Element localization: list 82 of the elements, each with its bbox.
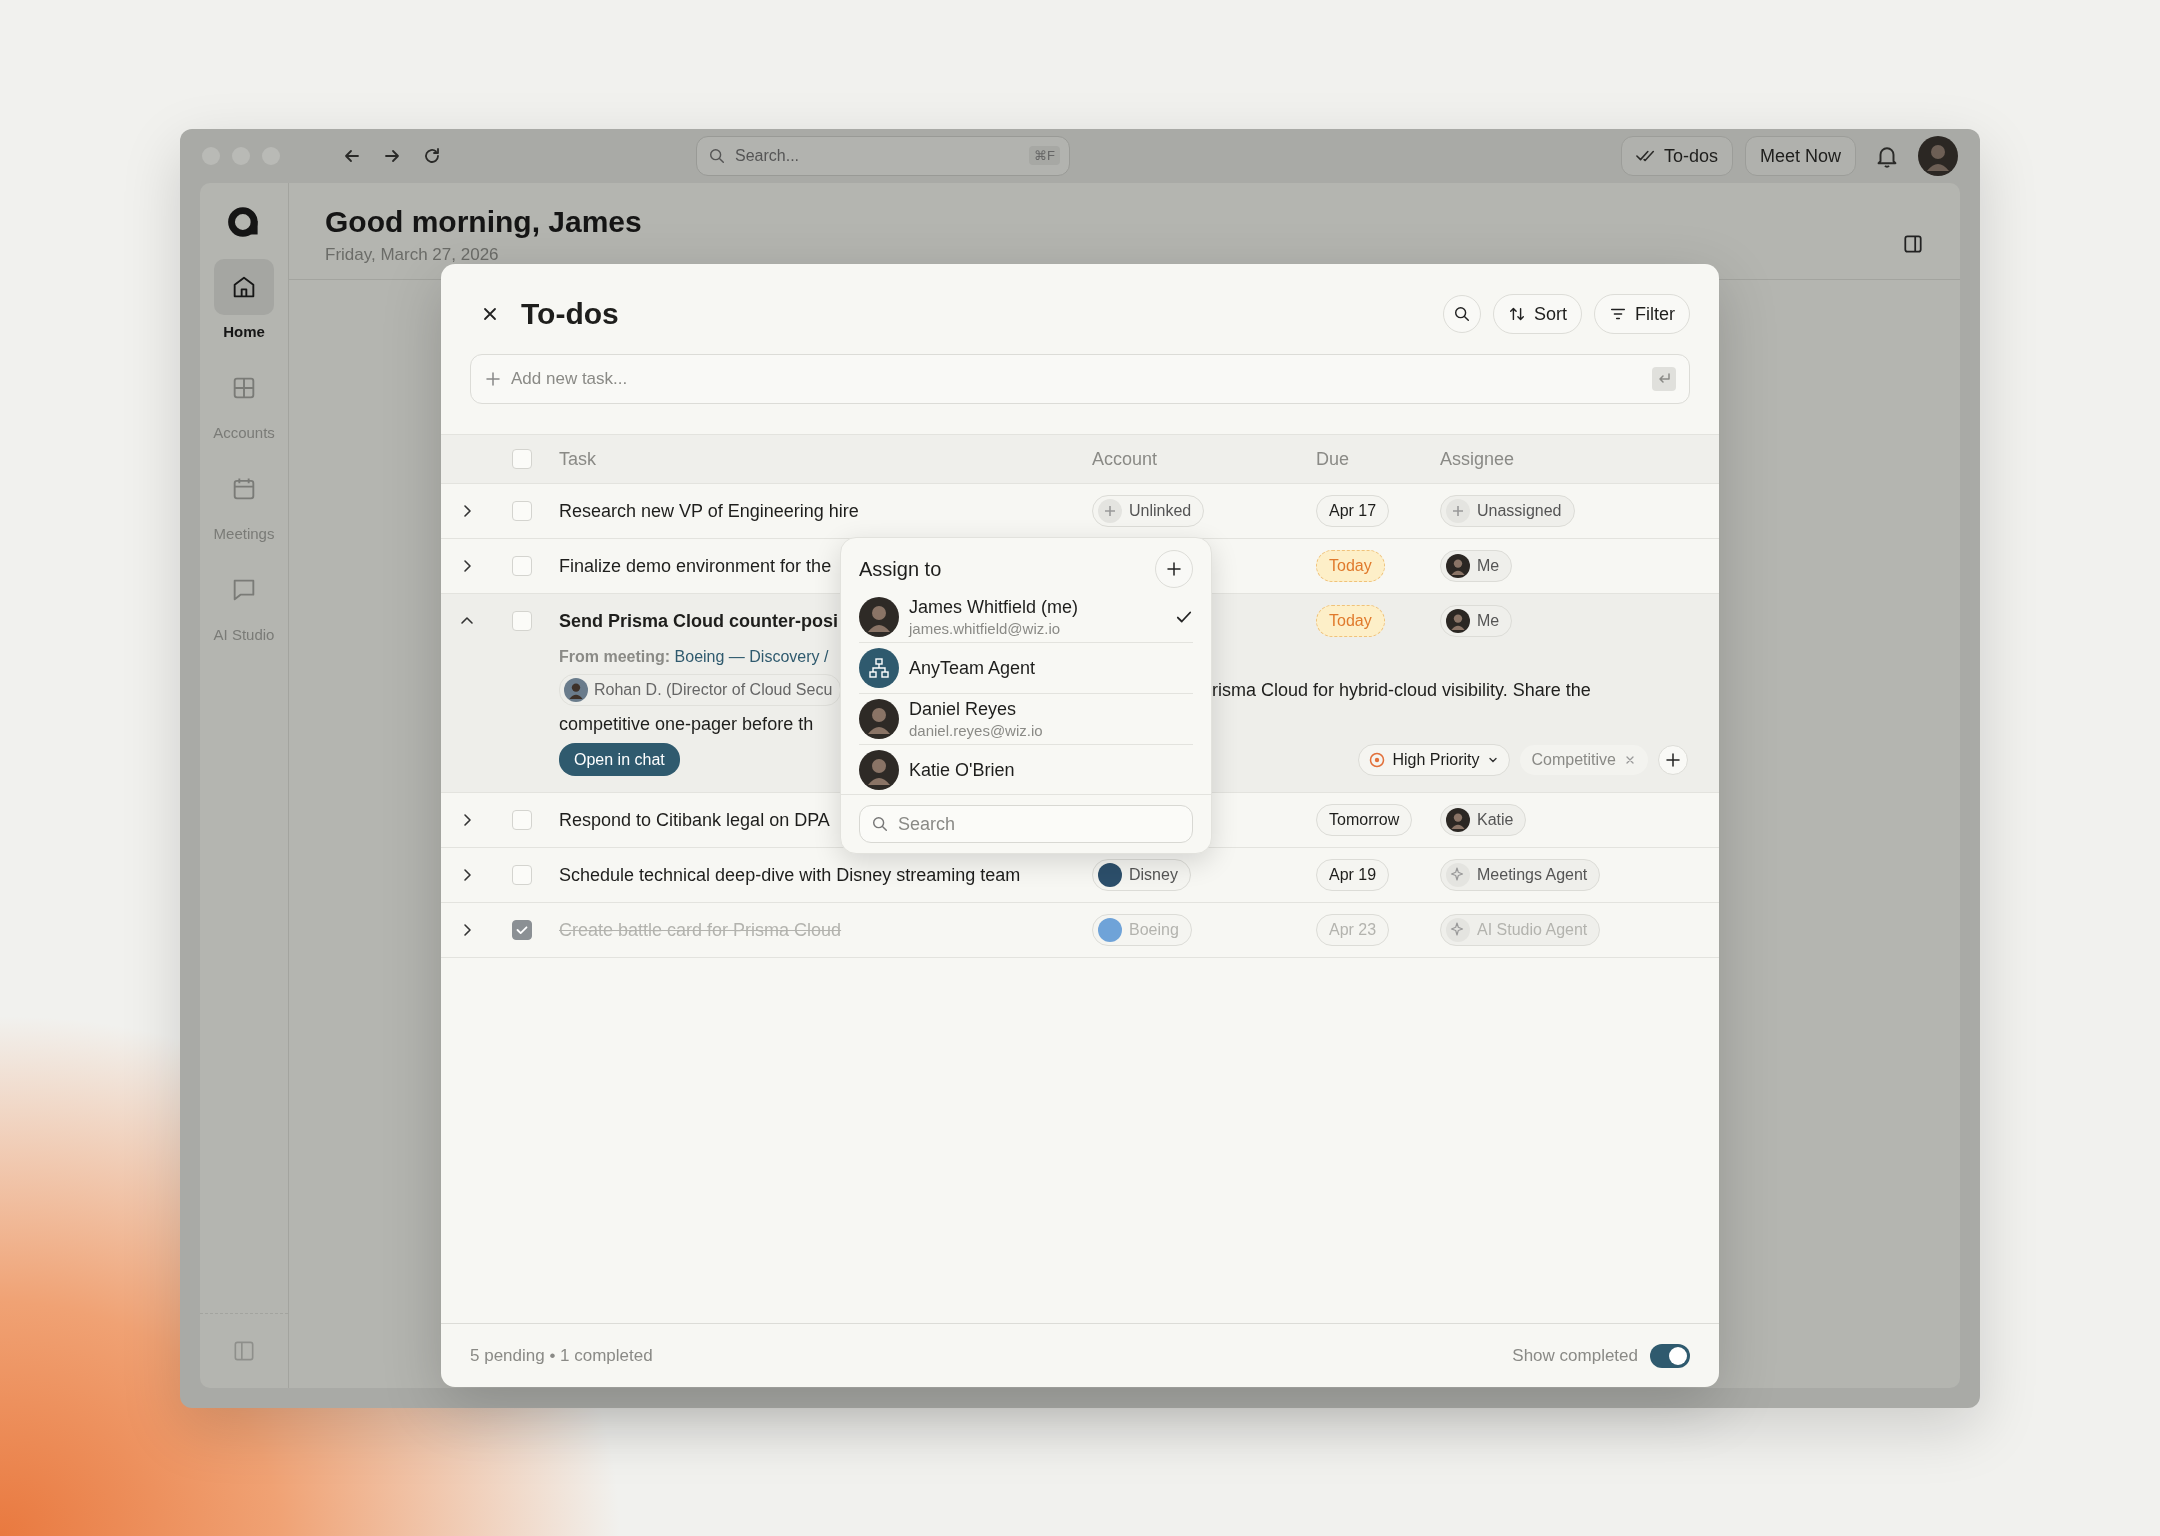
tag-chip: Competitive	[1519, 744, 1648, 775]
assignee-chip[interactable]: Meetings Agent	[1440, 859, 1601, 891]
greeting-title: Good morning, James	[325, 205, 642, 239]
checkbox[interactable]	[512, 810, 532, 830]
checkbox[interactable]	[512, 611, 532, 631]
account-chip[interactable]: Disney	[1092, 859, 1191, 891]
due-date-chip[interactable]: Apr 17	[1316, 495, 1390, 527]
date-text: Friday, March 27, 2026	[325, 245, 500, 265]
dialog-title: To-dos	[521, 297, 619, 331]
column-header: Task	[558, 448, 597, 470]
sparkle-icon	[1446, 918, 1470, 942]
meeting-link[interactable]: Boeing — Discovery /	[674, 648, 829, 665]
due-date-chip[interactable]: Apr 19	[1316, 859, 1390, 891]
sort-button[interactable]: Sort	[1493, 294, 1582, 334]
account-link-button[interactable]: Unlinked	[1092, 495, 1205, 527]
popover-title: Assign to	[859, 557, 942, 581]
plus-icon	[1166, 561, 1182, 577]
avatar	[859, 597, 899, 637]
person-option[interactable]: Daniel Reyes daniel.reyes@wiz.io	[859, 694, 1193, 745]
search-button[interactable]	[1443, 295, 1481, 333]
panel-toggle-icon[interactable]	[1902, 233, 1924, 255]
task-description: risma Cloud for hybrid-cloud visibility. Share the	[1212, 679, 1591, 701]
summary-text: 5 pending • 1 completed	[470, 1345, 653, 1366]
column-header: Due	[1316, 448, 1351, 470]
person-name: James Whitfield (me)	[909, 597, 1080, 618]
sparkle-icon	[1446, 863, 1470, 887]
due-date-chip[interactable]: Tomorrow	[1316, 804, 1413, 836]
filter-button[interactable]: Filter	[1594, 294, 1690, 334]
task-title[interactable]: Schedule technical deep-dive with Disney streaming team	[551, 864, 1092, 886]
column-header: Assignee	[1440, 448, 1516, 470]
person-email: daniel.reyes@wiz.io	[909, 722, 1044, 739]
search-icon	[871, 815, 889, 833]
priority-dropdown[interactable]: High Priority	[1358, 743, 1510, 776]
shortcut-hint: ⌘F	[1029, 146, 1060, 165]
assignee-chip[interactable]: Unassigned	[1440, 495, 1575, 527]
reload-icon[interactable]	[422, 146, 442, 166]
avatar	[1446, 808, 1470, 832]
new-task-field[interactable]: Add new task...	[470, 354, 1690, 404]
checkbox[interactable]	[512, 556, 532, 576]
target-icon	[1369, 751, 1386, 768]
todos-button[interactable]: To-dos	[1620, 136, 1733, 176]
search-icon	[1453, 305, 1471, 323]
column-header: Account	[1092, 448, 1159, 470]
plus-icon	[1665, 751, 1681, 768]
plus-icon	[1098, 499, 1122, 523]
toggle-label: Show completed	[1512, 1345, 1638, 1366]
search-icon	[708, 147, 726, 165]
checkbox[interactable]	[512, 920, 532, 940]
toggle-switch[interactable]	[1650, 1343, 1690, 1368]
avatar	[1446, 554, 1470, 578]
avatar	[564, 678, 588, 702]
avatar	[1446, 609, 1470, 633]
assignee-chip[interactable]: Me	[1440, 605, 1513, 637]
add-person-button[interactable]	[1155, 550, 1193, 588]
person-option[interactable]: Katie O'Brien	[859, 745, 1193, 794]
plus-icon	[485, 371, 501, 387]
person-name: AnyTeam Agent	[909, 657, 1037, 679]
double-check-icon	[1635, 149, 1656, 163]
checkbox[interactable]	[512, 865, 532, 885]
assignee-chip[interactable]: Katie	[1440, 804, 1527, 836]
select-all-checkbox[interactable]	[512, 449, 532, 469]
person-email: james.whitfield@wiz.io	[909, 620, 1062, 637]
meet-now-button[interactable]: Meet Now	[1744, 136, 1856, 176]
person-option[interactable]: AnyTeam Agent	[859, 643, 1193, 694]
checkbox[interactable]	[512, 501, 532, 521]
avatar	[859, 750, 899, 790]
avatar	[859, 699, 899, 739]
person-name: Katie O'Brien	[909, 759, 1016, 781]
avatar[interactable]	[1918, 136, 1958, 176]
sort-icon	[1508, 305, 1526, 323]
add-tag-button[interactable]	[1658, 744, 1688, 775]
meeting-source: From meeting: Boeing — Discovery /	[559, 648, 830, 666]
assignee-chip[interactable]: Me	[1440, 550, 1513, 582]
person-option[interactable]: James Whitfield (me) james.whitfield@wiz.io	[859, 592, 1193, 643]
network-icon	[859, 648, 899, 688]
task-description: competitive one-pager before th	[559, 714, 815, 735]
task-title[interactable]: Research new VP of Engineering hire	[551, 500, 1092, 522]
open-in-chat-button[interactable]: Open in chat	[559, 743, 680, 776]
enter-key-icon	[1652, 367, 1676, 391]
person-name: Daniel Reyes	[909, 699, 1018, 720]
plus-icon	[1446, 499, 1470, 523]
app-logo-icon[interactable]	[227, 205, 261, 239]
